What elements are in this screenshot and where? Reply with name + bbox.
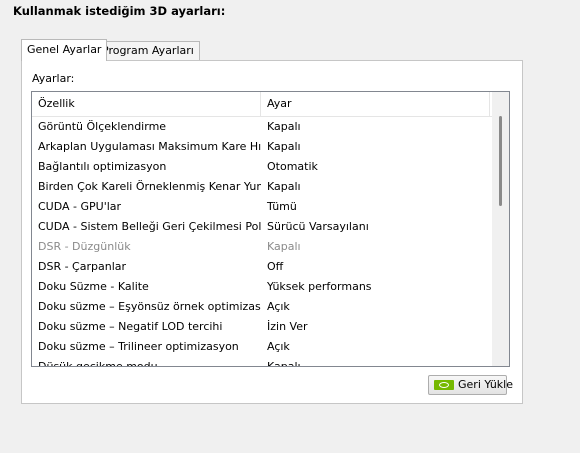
tab-general-settings-label: Genel Ayarlar <box>27 43 102 56</box>
feature-name: Doku süzme – Trilineer optimizasyon <box>38 340 239 353</box>
feature-name: Doku Süzme - Kalite <box>38 280 149 293</box>
scrollbar-thumb[interactable] <box>499 116 502 206</box>
column-header-setting[interactable]: Ayar <box>261 92 490 116</box>
settings-row[interactable]: CUDA - GPU'lar Tümü <box>32 197 492 217</box>
feature-value[interactable]: Kapalı <box>261 137 490 157</box>
settings-row[interactable]: Arkaplan Uygulaması Maksimum Kare Hızı K… <box>32 137 492 157</box>
settings-row[interactable]: Düşük gecikme modu Kapalı <box>32 357 492 367</box>
feature-value[interactable]: Kapalı <box>261 177 490 197</box>
settings-panel: Ayarlar: Özellik Ayar Görüntü Ölçeklendi… <box>21 60 523 404</box>
feature-name: CUDA - Sistem Belleği Geri Çekilmesi Pol… <box>38 220 261 233</box>
settings-row[interactable]: Bağlantılı optimizasyon Otomatik <box>32 157 492 177</box>
feature-name: Düşük gecikme modu <box>38 360 158 367</box>
feature-value[interactable]: Off <box>261 257 490 277</box>
restore-button[interactable]: Geri Yükle <box>428 375 513 395</box>
settings-row-disabled: DSR - Düzgünlük Kapalı <box>32 237 492 257</box>
settings-row[interactable]: CUDA - Sistem Belleği Geri Çekilmesi Pol… <box>32 217 492 237</box>
feature-value[interactable]: Sürücü Varsayılanı <box>261 217 490 237</box>
feature-value[interactable]: Kapalı <box>261 117 490 137</box>
vertical-scrollbar[interactable] <box>492 92 509 366</box>
feature-value[interactable]: Yüksek performans <box>261 277 490 297</box>
settings-row[interactable]: DSR - Çarpanlar Off <box>32 257 492 277</box>
column-header-feature[interactable]: Özellik <box>32 92 261 116</box>
feature-value[interactable]: Otomatik <box>261 157 490 177</box>
feature-name: DSR - Çarpanlar <box>38 260 127 273</box>
page-heading: Kullanmak istediğim 3D ayarları: <box>13 4 226 18</box>
feature-name: DSR - Düzgünlük <box>38 240 131 253</box>
settings-rows: Görüntü Ölçeklendirme Kapalı Arkaplan Uy… <box>32 117 492 367</box>
settings-row[interactable]: Görüntü Ölçeklendirme Kapalı <box>32 117 492 137</box>
feature-name: Doku süzme – Eşyönsüz örnek optimizasyon… <box>38 300 261 313</box>
restore-button-label: Geri Yükle <box>458 378 513 391</box>
feature-name: Birden Çok Kareli Örneklenmiş Kenar Yumu… <box>38 180 261 193</box>
feature-value: Kapalı <box>267 240 301 253</box>
feature-name: Arkaplan Uygulaması Maksimum Kare Hızı <box>38 140 261 153</box>
feature-value[interactable]: Kapalı <box>261 357 490 366</box>
feature-value[interactable]: Açık <box>261 297 490 317</box>
feature-value[interactable]: Açık <box>261 337 490 357</box>
settings-row[interactable]: Doku Süzme - Kalite Yüksek performans <box>32 277 492 297</box>
settings-label: Ayarlar: <box>32 72 75 85</box>
tab-program-settings-label: Program Ayarları <box>102 44 194 57</box>
feature-value[interactable]: İzin Ver <box>261 317 490 337</box>
list-header: Özellik Ayar <box>32 92 492 117</box>
feature-name: CUDA - GPU'lar <box>38 200 122 213</box>
tab-program-settings[interactable]: Program Ayarları <box>96 41 200 60</box>
settings-row[interactable]: Doku süzme – Trilineer optimizasyon Açık <box>32 337 492 357</box>
settings-row[interactable]: Birden Çok Kareli Örneklenmiş Kenar Yumu… <box>32 177 492 197</box>
settings-row[interactable]: Doku süzme – Negatif LOD tercihi İzin Ve… <box>32 317 492 337</box>
feature-value[interactable]: Tümü <box>261 197 490 217</box>
feature-name: Doku süzme – Negatif LOD tercihi <box>38 320 223 333</box>
tab-general-settings[interactable]: Genel Ayarlar <box>21 39 108 61</box>
settings-row[interactable]: Doku süzme – Eşyönsüz örnek optimizasyon… <box>32 297 492 317</box>
feature-name: Bağlantılı optimizasyon <box>38 160 167 173</box>
feature-name: Görüntü Ölçeklendirme <box>38 120 167 133</box>
nvidia-icon <box>434 380 454 390</box>
settings-list: Özellik Ayar Görüntü Ölçeklendirme Kapal… <box>31 91 510 367</box>
